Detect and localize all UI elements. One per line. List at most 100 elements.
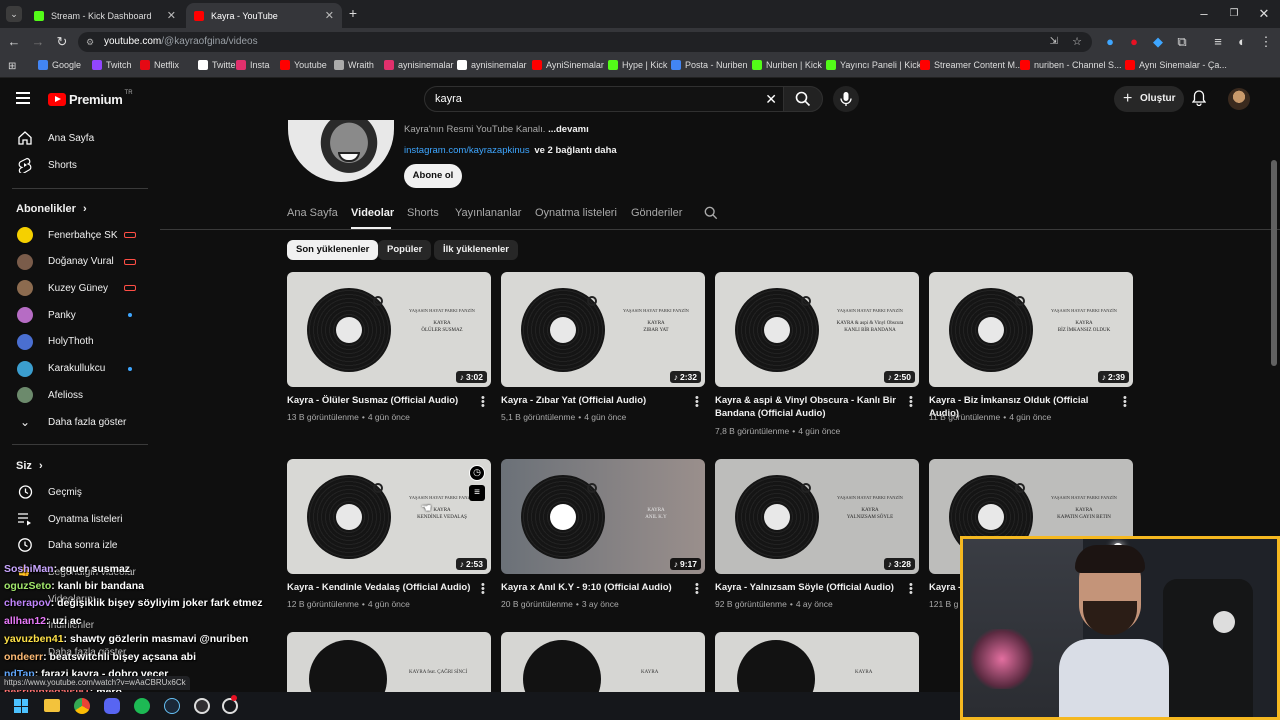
bookmark-item[interactable]: AyniSinemalar	[532, 60, 604, 70]
watch-later-icon[interactable]: ◷	[469, 465, 485, 481]
bookmark-item[interactable]: Twitter	[198, 60, 239, 70]
sidebar-item-shorts[interactable]: Shorts	[0, 152, 160, 178]
sidebar-subscription[interactable]: Panky	[0, 302, 160, 328]
clear-search-icon[interactable]: ✕	[765, 87, 777, 111]
channel-avatar[interactable]	[288, 120, 394, 182]
close-tab-icon[interactable]: ✕	[325, 9, 334, 22]
site-info-icon[interactable]: ⚙	[86, 32, 94, 52]
youtube-logo[interactable]: Premium TR	[48, 90, 133, 107]
extension-opera-icon[interactable]: ●	[1126, 34, 1142, 50]
subscriptions-header[interactable]: Abonelikler ›	[16, 203, 87, 215]
windows-start-icon[interactable]	[14, 699, 28, 713]
notifications-bell-icon[interactable]	[1191, 90, 1207, 107]
video-thumbnail[interactable]: YAŞASIN HAYAT PARKI FANZİNKAYRA ANIL K.Y…	[501, 459, 705, 574]
bookmark-item[interactable]: Nuriben | Kick	[752, 60, 822, 70]
voice-search-button[interactable]	[833, 86, 859, 112]
filter-chip[interactable]: Son yüklenenler	[287, 240, 379, 260]
close-tab-icon[interactable]: ✕	[167, 9, 176, 22]
obs-icon[interactable]	[194, 698, 210, 714]
reload-icon[interactable]: ↻	[54, 34, 70, 50]
forward-icon[interactable]: →	[30, 34, 46, 50]
video-thumbnail[interactable]: YAŞASIN HAYAT PARKI FANZİN KAYRA KENDİNLE…	[287, 459, 491, 574]
tab-kick-dashboard[interactable]: Stream - Kick Dashboard ✕	[26, 3, 184, 28]
reading-list-icon[interactable]: ≡	[1210, 34, 1226, 50]
more-actions-icon[interactable]: • • •	[481, 393, 485, 412]
bookmark-item[interactable]: aynisinemalar	[457, 60, 527, 70]
bookmark-item[interactable]: Posta - Nuriben	[671, 60, 748, 70]
tab-search-icon[interactable]: ⌄	[6, 6, 22, 22]
spotify-icon[interactable]	[134, 698, 150, 714]
sidebar-subscription[interactable]: Afelioss	[0, 382, 160, 408]
search-button[interactable]	[783, 86, 823, 112]
more-actions-icon[interactable]: • • •	[909, 580, 913, 599]
add-to-queue-icon[interactable]: ≡	[469, 485, 485, 501]
bookmark-item[interactable]: Youtube	[280, 60, 327, 70]
video-title[interactable]: Kayra - Yalnızsam Söyle (Official Audio)	[715, 581, 901, 594]
sidebar-subscription[interactable]: HolyThoth	[0, 329, 160, 355]
extensions-puzzle-icon[interactable]: ⧉	[1174, 34, 1190, 50]
video-thumbnail[interactable]: YAŞASIN HAYAT PARKI FANZİN KAYRA YALNIZSA…	[715, 459, 919, 574]
channel-tab[interactable]: Ana Sayfa	[287, 207, 338, 219]
channel-description[interactable]: Kayra'nın Resmi YouTube Kanalı. ...devam…	[404, 124, 589, 135]
channel-tab[interactable]: Gönderiler	[631, 207, 682, 219]
bookmark-item[interactable]: Wraith	[334, 60, 374, 70]
apps-grid-icon[interactable]: ⊞	[8, 61, 16, 72]
filter-chip[interactable]: İlk yüklenenler	[434, 240, 519, 260]
sidebar-item-watch-later[interactable]: Daha sonra izle	[0, 532, 160, 558]
discord-icon[interactable]	[104, 698, 120, 714]
sidebar-show-more[interactable]: ⌄ Daha fazla göster	[0, 409, 160, 435]
more-links[interactable]: ve 2 bağlantı daha	[534, 145, 616, 156]
page-scrollbar[interactable]	[1271, 160, 1277, 366]
minimize-icon[interactable]: –	[1196, 6, 1212, 22]
you-header[interactable]: Siz ›	[16, 460, 43, 472]
video-thumbnail[interactable]: KAYRA feat. ÇAĞRI SİNCİ	[287, 632, 491, 692]
video-thumbnail[interactable]: YAŞASIN HAYAT PARKI FANZİN KAYRA BİZ İMKA…	[929, 272, 1133, 387]
sidebar-item-home[interactable]: Ana Sayfa	[0, 125, 160, 151]
more-actions-icon[interactable]: • • •	[695, 393, 699, 412]
bookmark-item[interactable]: Google	[38, 60, 81, 70]
sidebar-subscription[interactable]: Karakullukcu	[0, 356, 160, 382]
close-window-icon[interactable]: ✕	[1256, 6, 1272, 22]
file-explorer-icon[interactable]	[44, 699, 60, 712]
sidebar-subscription[interactable]: Kuzey Güney	[0, 275, 160, 301]
video-thumbnail[interactable]: YAŞASIN HAYAT PARKI FANZİN KAYRA & aspi &…	[715, 272, 919, 387]
video-title[interactable]: Kayra x Anıl K.Y - 9:10 (Official Audio)	[501, 581, 687, 594]
channel-tab[interactable]: Yayınlananlar	[455, 207, 521, 219]
tab-youtube-kayra[interactable]: Kayra - YouTube ✕	[186, 3, 342, 28]
filter-chip[interactable]: Popüler	[378, 240, 432, 260]
new-tab-button[interactable]: +	[345, 5, 361, 21]
description-more-link[interactable]: ...devamı	[548, 124, 589, 135]
channel-tab[interactable]: Shorts	[407, 207, 439, 219]
bookmark-item[interactable]: Streamer Content M...	[920, 60, 1023, 70]
back-icon[interactable]: ←	[6, 34, 22, 50]
video-thumbnail[interactable]: YAŞASIN HAYAT PARKI FANZİN KAYRA ÖLÜLER S…	[287, 272, 491, 387]
channel-tab[interactable]: Oynatma listeleri	[535, 207, 617, 219]
create-button[interactable]: + Oluştur	[1114, 86, 1184, 112]
search-input[interactable]: kayra ✕	[424, 86, 788, 112]
chrome-icon[interactable]	[74, 698, 90, 714]
bookmark-item[interactable]: Insta	[236, 60, 270, 70]
bookmark-item[interactable]: aynisinemalar	[384, 60, 454, 70]
more-actions-icon[interactable]: • • •	[909, 393, 913, 412]
more-actions-icon[interactable]: • • •	[1123, 393, 1127, 412]
account-avatar[interactable]	[1228, 88, 1250, 110]
video-thumbnail[interactable]: KAYRA	[501, 632, 705, 692]
bookmark-item[interactable]: Yayıncı Paneli | Kick	[826, 60, 921, 70]
maximize-icon[interactable]: ❐	[1226, 6, 1242, 22]
instagram-link[interactable]: instagram.com/kayrazapkinus	[404, 145, 530, 156]
bookmark-item[interactable]: Hype | Kick	[608, 60, 667, 70]
video-title[interactable]: Kayra & aspi & Vinyl Obscura - Kanlı Bir…	[715, 394, 901, 420]
bookmark-item[interactable]: Aynı Sinemalar - Ça...	[1125, 60, 1227, 70]
extension-edge-icon[interactable]: ●	[1102, 34, 1118, 50]
bookmark-item[interactable]: nuriben - Channel S...	[1020, 60, 1122, 70]
more-actions-icon[interactable]: • • •	[695, 580, 699, 599]
sidebar-subscription[interactable]: Fenerbahçe SK	[0, 222, 160, 248]
video-thumbnail[interactable]: KAYRA	[715, 632, 919, 692]
steam-icon[interactable]	[164, 698, 180, 714]
url-field[interactable]: ⚙ youtube.com/@kayraofgina/videos ⇲ ☆	[78, 32, 1092, 52]
video-title[interactable]: Kayra - Kendinle Vedalaş (Official Audio…	[287, 581, 473, 594]
subscribe-button[interactable]: Abone ol	[404, 164, 462, 188]
more-actions-icon[interactable]: • • •	[481, 580, 485, 599]
video-title[interactable]: Kayra - Ölüler Susmaz (Official Audio)	[287, 394, 473, 407]
channel-tab[interactable]: Videolar	[351, 207, 394, 219]
